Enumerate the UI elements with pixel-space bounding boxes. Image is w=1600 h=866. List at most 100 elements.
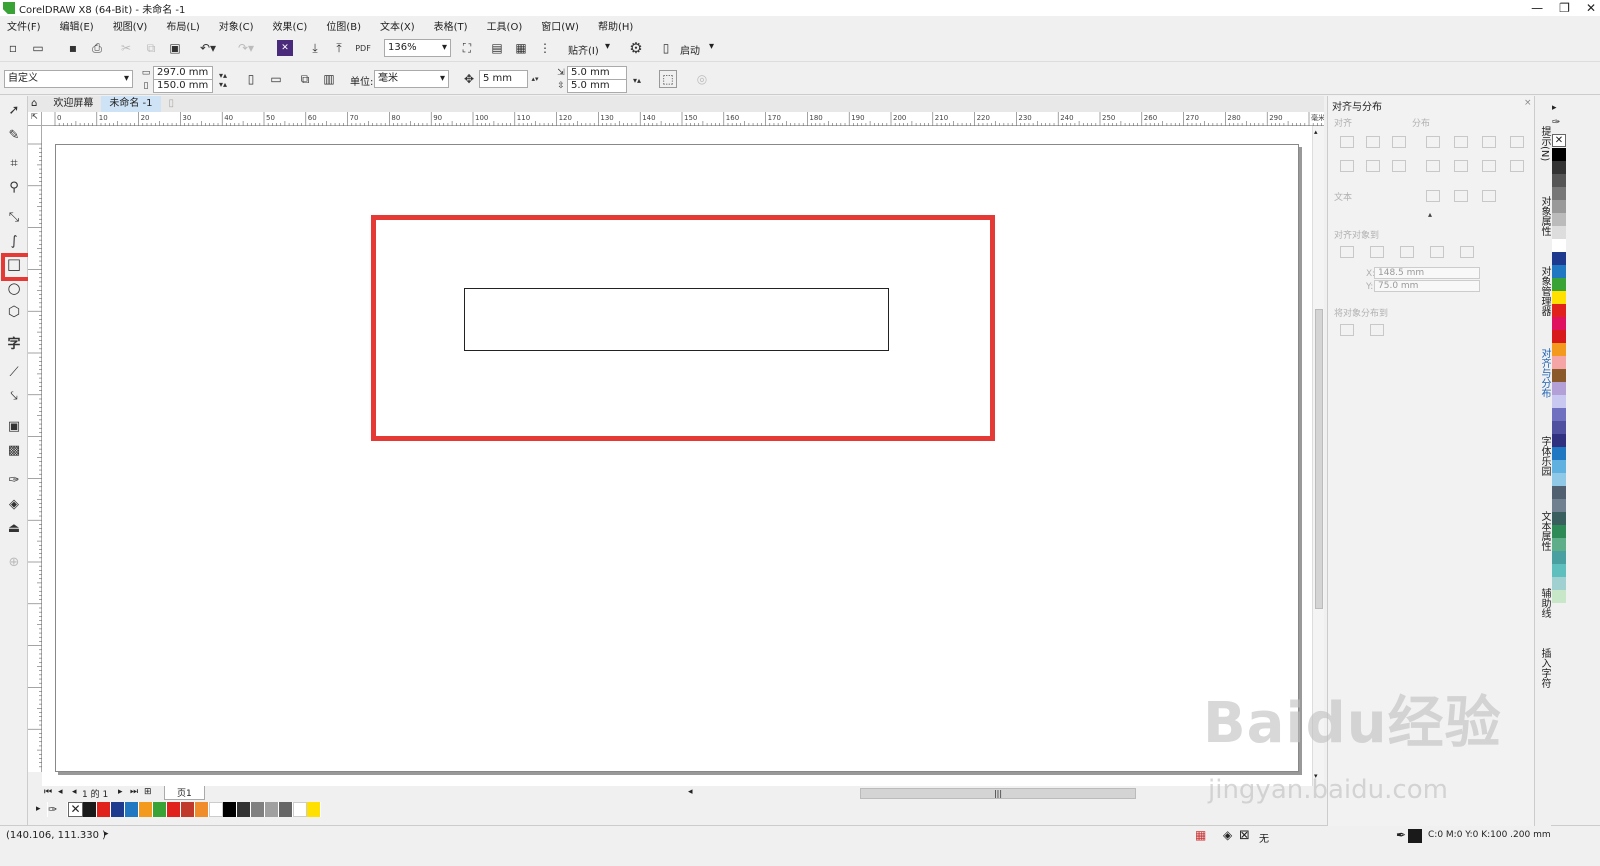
add-tool-icon[interactable]: ⊕: [4, 552, 24, 572]
menu-table[interactable]: 表格(T): [434, 18, 468, 33]
zoom-select[interactable]: 136%: [384, 39, 451, 57]
palette-swatch[interactable]: [1552, 499, 1566, 512]
align-to-page-edge-icon[interactable]: [1400, 246, 1414, 258]
menu-view[interactable]: 视图(V): [113, 18, 148, 33]
page-height-field[interactable]: 150.0 mm: [153, 79, 213, 93]
page-preset-select[interactable]: 自定义: [4, 70, 133, 88]
page-first-icon[interactable]: ⏮: [44, 787, 52, 797]
nudge-distance-field[interactable]: 5 mm: [479, 70, 528, 88]
no-color-swatch-icon[interactable]: ✕: [68, 802, 83, 817]
palette-swatch[interactable]: [223, 802, 237, 817]
docker-tab-object-properties[interactable]: 对象属性: [1537, 196, 1552, 236]
text-bbox-icon[interactable]: [1482, 190, 1496, 202]
transparency-icon[interactable]: ▩: [4, 440, 24, 460]
palette-swatch[interactable]: [1552, 252, 1566, 265]
tab-document[interactable]: 未命名 -1: [101, 96, 161, 112]
palette-swatch[interactable]: [1552, 447, 1566, 460]
palette-swatch[interactable]: [1552, 473, 1566, 486]
ruler-origin-icon[interactable]: ⇱: [28, 112, 42, 126]
horizontal-ruler[interactable]: 0 10 20 30 40 50 60 70 80 90 100 110 120 130 140 150 160…: [42, 112, 1325, 126]
show-guidelines-icon[interactable]: ⋮: [537, 40, 553, 56]
palette-swatch[interactable]: [1552, 291, 1566, 304]
print-icon[interactable]: ⎙: [89, 40, 105, 56]
interactive-fill-icon[interactable]: ◈: [4, 494, 24, 514]
docker-tab-hints[interactable]: 提示(N): [1537, 126, 1552, 161]
panel-close-icon[interactable]: ×: [1524, 98, 1532, 108]
palette-swatch[interactable]: [167, 802, 181, 817]
show-grid-icon[interactable]: ▦: [513, 40, 529, 56]
docker-tab-guidelines[interactable]: 辅助线: [1537, 588, 1552, 618]
x-position-field[interactable]: 148.5 mm: [1374, 267, 1480, 279]
palette-swatch[interactable]: [1552, 486, 1566, 499]
palette-swatch[interactable]: [1552, 304, 1566, 317]
paste-icon[interactable]: ▣: [167, 40, 183, 56]
menu-layout[interactable]: 布局(L): [166, 18, 199, 33]
redo-icon[interactable]: ↷▾: [234, 40, 258, 56]
launch-button[interactable]: 启动: [680, 42, 700, 57]
palette-swatch[interactable]: [1552, 408, 1566, 421]
palette-swatch[interactable]: [1552, 590, 1566, 603]
nudge-spinner-icon[interactable]: ▴▾: [529, 70, 541, 88]
palette-swatch[interactable]: [1552, 525, 1566, 538]
options-gear-icon[interactable]: ⚙: [628, 39, 644, 57]
palette-swatch[interactable]: [1552, 434, 1566, 447]
treat-as-filled-icon[interactable]: ⬚: [659, 70, 677, 88]
hscroll-left-icon[interactable]: ◂: [688, 787, 693, 797]
palette-swatch[interactable]: [97, 802, 111, 817]
palette-swatch[interactable]: [125, 802, 139, 817]
text-last-line-icon[interactable]: [1454, 190, 1468, 202]
portrait-icon[interactable]: ▯: [243, 71, 259, 87]
align-to-selection-icon[interactable]: [1370, 246, 1384, 258]
palette-swatch[interactable]: [181, 802, 195, 817]
color-proofing-icon[interactable]: ▦: [1195, 828, 1206, 842]
distribute-to-selection-icon[interactable]: [1340, 324, 1354, 336]
distribute-right-icon[interactable]: [1482, 136, 1496, 148]
page-prev-icon-2[interactable]: ◂: [72, 787, 77, 797]
open-folder-icon[interactable]: ▭: [28, 40, 48, 56]
palette-swatch[interactable]: [279, 802, 293, 817]
status-expand-icon[interactable]: ▸: [104, 829, 109, 839]
distribute-to-page-icon[interactable]: [1370, 324, 1384, 336]
crop-tool-icon[interactable]: ⌗: [4, 153, 24, 173]
scroll-up-icon[interactable]: ▴: [1314, 128, 1318, 136]
align-left-icon[interactable]: [1340, 136, 1354, 148]
distribute-spacing-icon[interactable]: [1510, 136, 1524, 148]
align-center-h-icon[interactable]: [1366, 136, 1380, 148]
undo-icon[interactable]: ↶▾: [196, 40, 220, 56]
docker-tab-font-playground[interactable]: 字体乐园: [1537, 436, 1552, 476]
horizontal-scroll-thumb[interactable]: |||: [860, 788, 1136, 799]
palette-swatch[interactable]: [1552, 343, 1566, 356]
drawing-canvas[interactable]: [42, 126, 1312, 786]
page-tab-1[interactable]: 页1: [164, 786, 205, 800]
launch-dropdown-icon[interactable]: ▾: [709, 41, 714, 52]
palette-swatch[interactable]: [293, 802, 307, 817]
palette-swatch[interactable]: [1552, 356, 1566, 369]
distribute-left-icon[interactable]: [1426, 136, 1440, 148]
palette-swatch[interactable]: [1552, 226, 1566, 239]
align-center-v-icon[interactable]: [1366, 160, 1380, 172]
palette-swatch[interactable]: [1552, 278, 1566, 291]
vertical-scroll-thumb[interactable]: [1315, 309, 1323, 609]
palette-eyedropper-icon[interactable]: ✑: [1552, 117, 1560, 128]
color-eyedropper-icon[interactable]: ✑: [4, 470, 24, 490]
duplicate-y-field[interactable]: 5.0 mm: [567, 79, 627, 93]
align-top-icon[interactable]: [1340, 160, 1354, 172]
collapse-icon[interactable]: ▴: [1428, 210, 1432, 219]
size-spinner-icons[interactable]: ▾▴ ▾▴: [214, 66, 232, 94]
text-tool-icon[interactable]: 字: [4, 332, 24, 352]
align-to-point-icon[interactable]: [1460, 246, 1474, 258]
snap-to-button[interactable]: 贴齐(I): [568, 42, 599, 57]
shape-tool-icon[interactable]: ✎: [4, 125, 24, 145]
vertical-ruler[interactable]: [28, 126, 42, 772]
palette-swatch[interactable]: [265, 802, 279, 817]
duplicate-spinner-icons[interactable]: ▾▴: [628, 66, 646, 94]
palette-swatch[interactable]: [1552, 317, 1566, 330]
palette-swatch[interactable]: [1552, 551, 1566, 564]
artistic-media-icon[interactable]: ∫: [4, 231, 24, 251]
palette-swatch[interactable]: [1552, 213, 1566, 226]
home-icon[interactable]: ⌂: [28, 96, 45, 112]
palette-swatch[interactable]: [1552, 265, 1566, 278]
palette-swatch[interactable]: [209, 802, 223, 817]
maximize-icon[interactable]: ❐: [1559, 0, 1570, 16]
palette-swatch[interactable]: [1552, 330, 1566, 343]
